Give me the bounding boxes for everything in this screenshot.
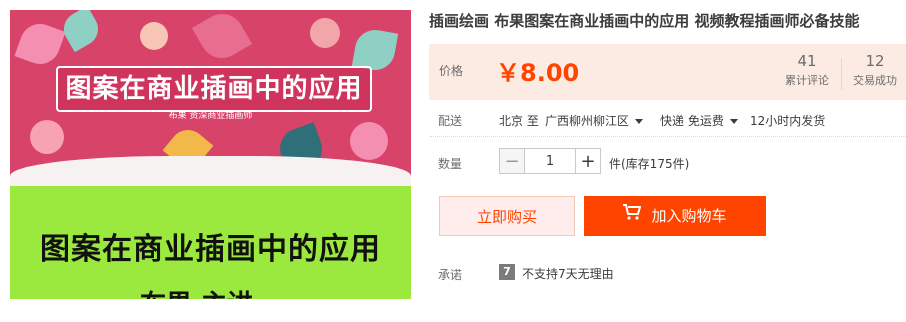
quantity-label: 数量 bbox=[438, 157, 463, 171]
divider bbox=[430, 136, 906, 137]
increase-button[interactable]: + bbox=[575, 148, 601, 174]
image-author-text: 布果 主讲 bbox=[140, 284, 253, 299]
shopping-cart-icon bbox=[623, 195, 642, 235]
dispatch-time: 12小时内发货 bbox=[750, 114, 826, 128]
stat-divider bbox=[841, 58, 842, 90]
promise-label: 承诺 bbox=[438, 268, 463, 282]
decor-ground bbox=[10, 156, 411, 186]
add-to-cart-label: 加入购物车 bbox=[651, 207, 727, 225]
promise-text: 不支持7天无理由 bbox=[522, 267, 614, 281]
product-main-image[interactable]: 图案在商业插画中的应用 布果 资深商业插画师 bbox=[10, 10, 411, 186]
no-return-badge-icon: 7 bbox=[499, 264, 515, 280]
chevron-down-icon bbox=[635, 119, 644, 124]
decor-leaf bbox=[14, 18, 66, 70]
chevron-down-icon bbox=[729, 119, 738, 124]
quantity-input[interactable] bbox=[525, 148, 575, 174]
add-to-cart-button[interactable]: 加入购物车 bbox=[584, 196, 766, 236]
reviews-count: 41 bbox=[797, 52, 817, 70]
decor-leaf bbox=[57, 10, 105, 53]
shipping-method-select[interactable]: 快递 免运费 bbox=[660, 112, 738, 129]
shipping-from: 北京 至 bbox=[499, 114, 539, 128]
buy-now-button[interactable]: 立即购买 bbox=[439, 196, 575, 236]
product-second-image[interactable]: 图案在商业插画中的应用 布果 主讲 bbox=[10, 186, 411, 299]
image-subtitle: 布果 资深商业插画师 bbox=[168, 111, 253, 121]
shipping-label: 配送 bbox=[438, 114, 463, 128]
price-value: ￥8.00 bbox=[496, 59, 580, 87]
decrease-button[interactable]: − bbox=[499, 148, 525, 174]
trades-count: 12 bbox=[865, 52, 885, 70]
shipping-destination-select[interactable]: 广西柳州柳江区 bbox=[545, 112, 644, 129]
image-banner-text: 图案在商业插画中的应用 bbox=[56, 66, 372, 112]
decor-flower bbox=[350, 122, 388, 160]
decor-flower bbox=[310, 18, 340, 48]
trades-label: 交易成功 bbox=[853, 74, 897, 87]
shipping-method-label: 快递 免运费 bbox=[660, 114, 724, 128]
trades-stat: 12 交易成功 bbox=[845, 52, 905, 88]
reviews-label: 累计评论 bbox=[785, 74, 829, 87]
reviews-stat[interactable]: 41 累计评论 bbox=[777, 52, 837, 88]
price-panel: 价格 ￥8.00 41 累计评论 12 交易成功 bbox=[429, 44, 906, 100]
decor-leaf bbox=[191, 10, 253, 67]
price-label: 价格 bbox=[439, 64, 464, 78]
product-title: 插画绘画 布果图案在商业插画中的应用 视频教程插画师必备技能 bbox=[429, 12, 860, 30]
decor-flower bbox=[140, 22, 168, 50]
stock-text: 件(库存175件) bbox=[609, 157, 690, 171]
shipping-destination-label: 广西柳州柳江区 bbox=[545, 114, 630, 128]
decor-flower bbox=[30, 120, 64, 154]
image-title-text: 图案在商业插画中的应用 bbox=[40, 232, 381, 267]
